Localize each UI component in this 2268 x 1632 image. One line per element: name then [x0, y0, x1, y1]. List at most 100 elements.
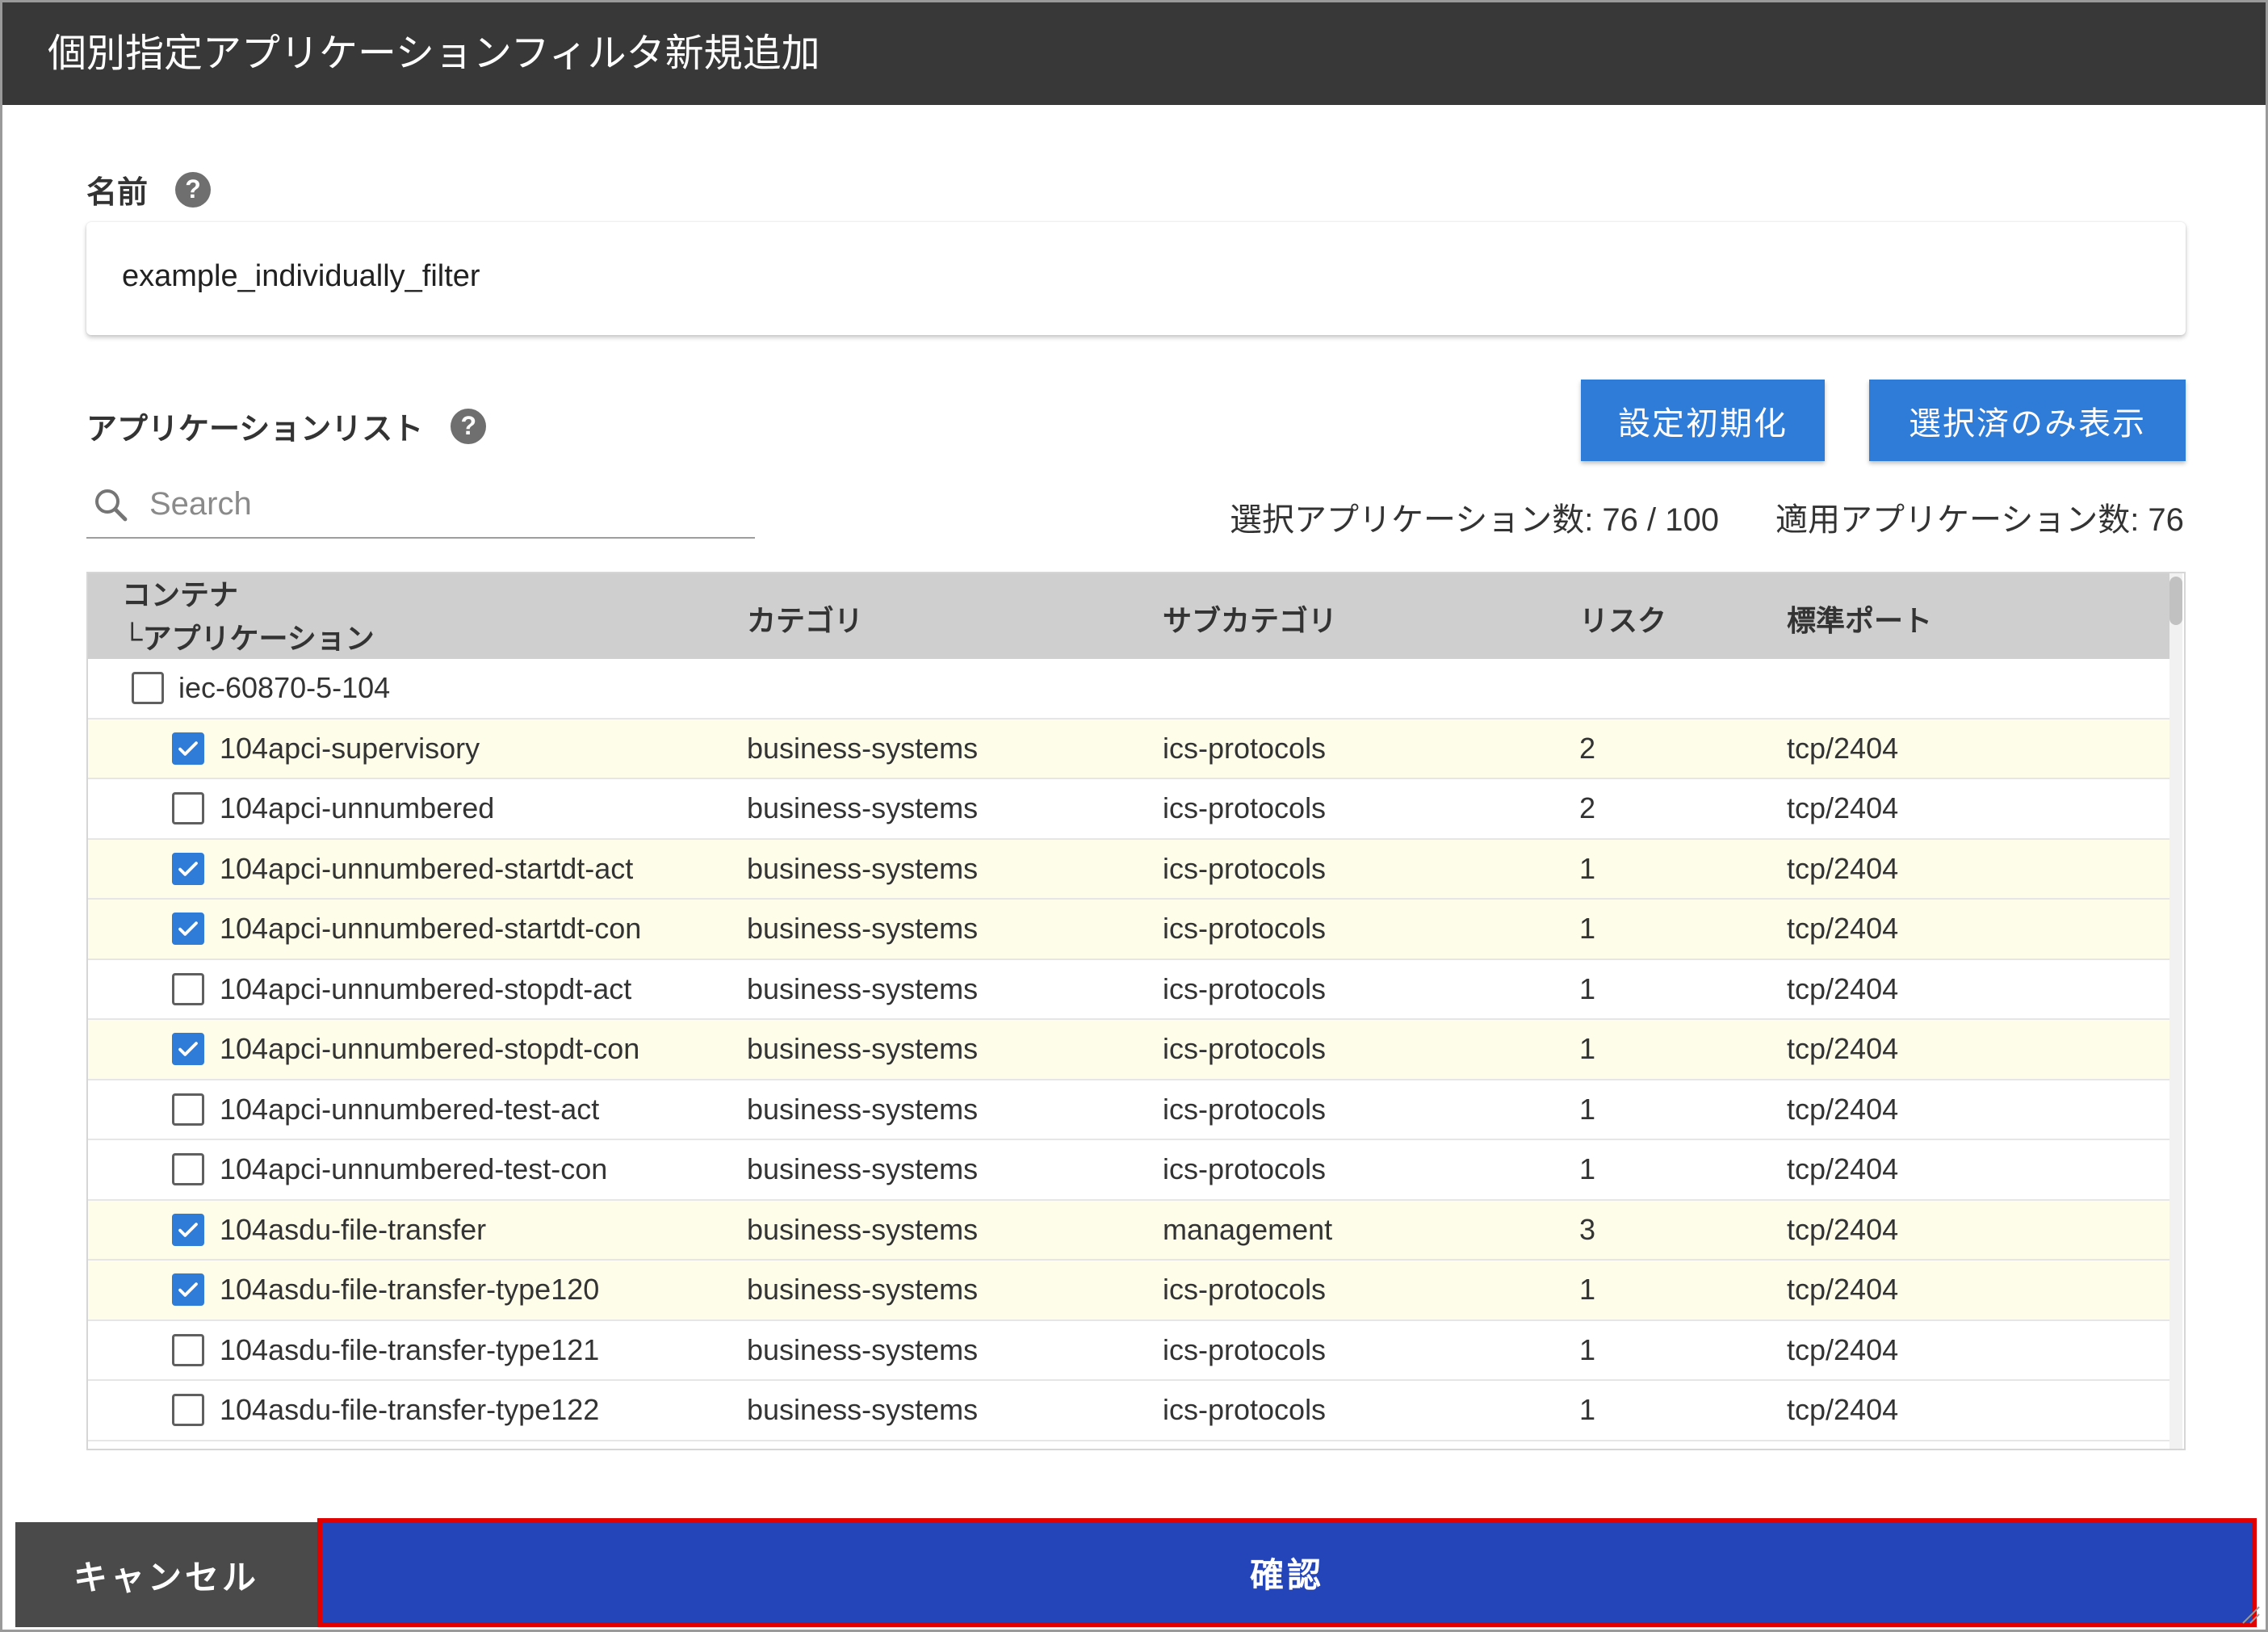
col-header-port: 標準ポート	[1787, 604, 1933, 637]
cancel-button[interactable]: キャンセル	[15, 1522, 317, 1627]
cell-port: tcp/2404	[1787, 1032, 1899, 1066]
filter-dialog: 個別指定アプリケーションフィルタ新規追加 名前 ? アプリケーションリスト ? …	[0, 0, 2268, 1632]
group-name: iec-60870-5-104	[178, 671, 391, 705]
cell-app-name: 104apci-unnumbered-test-act	[220, 1092, 600, 1126]
cell-category: business-systems	[747, 1152, 979, 1186]
cell-subcategory: ics-protocols	[1163, 1393, 1327, 1427]
cell-risk: 1	[1579, 1152, 1596, 1186]
check-icon	[178, 862, 198, 876]
table-row[interactable]: 104apci-supervisory business-systems ics-p…	[88, 719, 2173, 779]
row-checkbox[interactable]	[172, 1333, 204, 1366]
dialog-title: 個別指定アプリケーションフィルタ新規追加	[2, 2, 2266, 105]
search-icon	[95, 489, 128, 522]
cell-subcategory: ics-protocols	[1163, 1332, 1327, 1366]
cell-app-name: 104apci-unnumbered	[220, 791, 495, 825]
resize-grip-icon[interactable]	[2240, 1604, 2261, 1625]
cell-category: business-systems	[747, 1393, 979, 1427]
table-row[interactable]: 104asdu-file-transfer business-systems man…	[88, 1200, 2173, 1261]
row-checkbox[interactable]	[172, 852, 204, 885]
cell-subcategory: ics-protocols	[1163, 912, 1327, 946]
cell-risk: 1	[1579, 1332, 1596, 1366]
cell-category: business-systems	[747, 912, 979, 946]
cell-subcategory: management	[1163, 1212, 1333, 1246]
app-list-label: アプリケーションリスト	[86, 413, 424, 447]
cell-risk: 1	[1579, 1273, 1596, 1307]
cell-risk: 1	[1579, 1092, 1596, 1126]
cell-risk: 1	[1579, 851, 1596, 885]
table-row[interactable]: 104asdu-file-transfer-type120 business-sy…	[88, 1261, 2173, 1321]
check-icon	[178, 1042, 198, 1056]
row-checkbox[interactable]	[172, 792, 204, 825]
table-row[interactable]: 104apci-unnumbered-test-act business-syst…	[88, 1080, 2173, 1140]
cell-port: tcp/2404	[1787, 1152, 1899, 1186]
col-header-category: カテゴリ	[747, 604, 864, 637]
row-checkbox[interactable]	[172, 1394, 204, 1427]
cell-app-name: 104apci-unnumbered-stopdt-act	[220, 971, 632, 1005]
table-row[interactable]: 104apci-unnumbered-startdt-act business-s…	[88, 839, 2173, 900]
cell-port: tcp/2404	[1787, 1393, 1899, 1427]
cell-category: business-systems	[747, 1332, 979, 1366]
cell-category: business-systems	[747, 791, 979, 825]
search-input[interactable]	[148, 485, 716, 523]
cell-risk: 2	[1579, 791, 1596, 825]
row-checkbox[interactable]	[172, 912, 204, 946]
application-table: コンテナ └アプリケーション カテゴリ サブカテゴリ リスク 標準ポート iec…	[86, 572, 2186, 1450]
cell-app-name: 104apci-unnumbered-startdt-act	[220, 851, 634, 885]
table-row[interactable]: 104apci-unnumbered business-systems ics-pr…	[88, 779, 2173, 840]
cell-category: business-systems	[747, 1092, 979, 1126]
cell-category: business-systems	[747, 1273, 979, 1307]
cell-subcategory: ics-protocols	[1163, 1152, 1327, 1186]
cell-port: tcp/2404	[1787, 851, 1899, 885]
selected-count: 選択アプリケーション数: 76 / 100	[1230, 502, 1719, 538]
table-scrollbar[interactable]	[2169, 573, 2182, 1449]
cell-category: business-systems	[747, 1032, 979, 1066]
show-selected-only-button[interactable]: 選択済のみ表示	[1869, 380, 2186, 461]
cell-category: business-systems	[747, 1212, 979, 1246]
cell-app-name: 104asdu-file-transfer-type122	[220, 1393, 600, 1427]
cell-port: tcp/2404	[1787, 971, 1899, 1005]
cell-app-name: 104apci-unnumbered-startdt-con	[220, 912, 642, 946]
row-checkbox[interactable]	[172, 972, 204, 1005]
scrollbar-thumb[interactable]	[2169, 577, 2182, 625]
table-row[interactable]: 104asdu-file-transfer-type122 business-sy…	[88, 1381, 2173, 1441]
cell-risk: 1	[1579, 1032, 1596, 1066]
cell-port: tcp/2404	[1787, 1273, 1899, 1307]
cell-subcategory: ics-protocols	[1163, 791, 1327, 825]
group-checkbox[interactable]	[132, 672, 164, 705]
name-input[interactable]	[120, 258, 2142, 295]
reset-settings-button[interactable]: 設定初期化	[1581, 380, 1825, 461]
cell-subcategory: ics-protocols	[1163, 971, 1327, 1005]
group-row[interactable]: iec-60870-5-104	[88, 659, 2173, 720]
name-help-icon[interactable]: ?	[175, 171, 212, 208]
cell-subcategory: ics-protocols	[1163, 851, 1327, 885]
applied-count: 適用アプリケーション数: 76	[1775, 502, 2184, 538]
cell-risk: 1	[1579, 912, 1596, 946]
cell-port: tcp/2404	[1787, 912, 1899, 946]
row-checkbox[interactable]	[172, 1153, 204, 1186]
cell-risk: 1	[1579, 971, 1596, 1005]
table-row[interactable]: 104apci-unnumbered-stopdt-con business-sy…	[88, 1020, 2173, 1080]
name-field-box	[86, 222, 2186, 335]
table-row[interactable]: 104apci-unnumbered-test-con business-syst…	[88, 1140, 2173, 1201]
app-list-help-icon[interactable]: ?	[451, 408, 487, 444]
cell-subcategory: ics-protocols	[1163, 1273, 1327, 1307]
check-icon	[178, 741, 198, 756]
cell-port: tcp/2404	[1787, 1212, 1899, 1246]
row-checkbox[interactable]	[172, 1033, 204, 1066]
row-checkbox[interactable]	[172, 732, 204, 765]
row-checkbox[interactable]	[172, 1213, 204, 1246]
row-checkbox[interactable]	[172, 1093, 204, 1126]
check-icon	[178, 1223, 198, 1237]
cell-app-name: 104asdu-file-transfer-type120	[220, 1273, 600, 1307]
table-row[interactable]: 104apci-unnumbered-stopdt-act business-sy…	[88, 960, 2173, 1020]
cell-port: tcp/2404	[1787, 1092, 1899, 1126]
cell-category: business-systems	[747, 971, 979, 1005]
cell-risk: 1	[1579, 1393, 1596, 1427]
table-row[interactable]: 104asdu-file-transfer-type121 business-sy…	[88, 1321, 2173, 1381]
cell-app-name: 104apci-supervisory	[220, 731, 480, 765]
cell-app-name: 104asdu-file-transfer	[220, 1212, 487, 1246]
cell-subcategory: ics-protocols	[1163, 1092, 1327, 1126]
row-checkbox[interactable]	[172, 1273, 204, 1307]
table-row[interactable]: 104apci-unnumbered-startdt-con business-s…	[88, 900, 2173, 960]
confirm-button[interactable]: 確認	[317, 1518, 2257, 1627]
